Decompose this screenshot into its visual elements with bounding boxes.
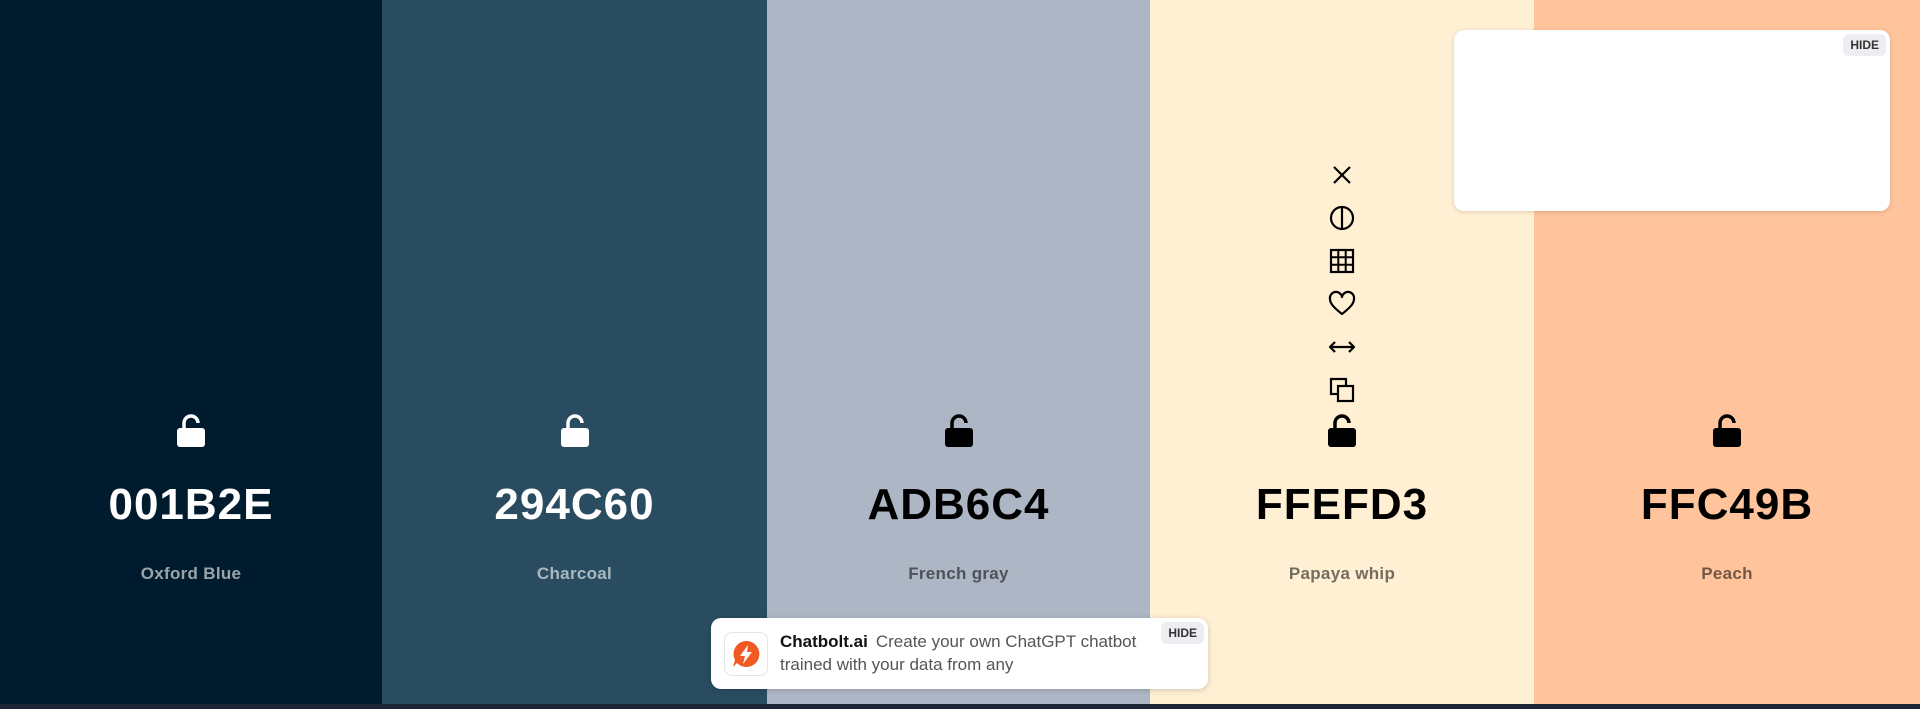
color-hex[interactable]: FFC49B bbox=[1534, 480, 1920, 530]
color-name[interactable]: Charcoal bbox=[382, 564, 767, 584]
ad-panel: HIDE bbox=[1454, 30, 1890, 211]
heart-icon[interactable] bbox=[1327, 289, 1357, 319]
lock-icon[interactable] bbox=[1713, 413, 1741, 447]
copy-icon[interactable] bbox=[1327, 375, 1357, 405]
lock-icon[interactable] bbox=[944, 413, 973, 447]
bottom-bar bbox=[0, 704, 1920, 709]
ad-banner-text: Chatbolt.ai Create your own ChatGPT chatb… bbox=[780, 630, 1150, 676]
drag-arrows-icon[interactable] bbox=[1327, 332, 1357, 362]
ad-banner[interactable]: Chatbolt.ai Create your own ChatGPT chatb… bbox=[711, 618, 1208, 689]
color-swatch-2[interactable]: 294C60 Charcoal bbox=[382, 0, 767, 704]
close-icon[interactable] bbox=[1327, 160, 1357, 190]
lightning-bubble-icon bbox=[733, 640, 760, 667]
ad-brand: Chatbolt.ai bbox=[780, 632, 868, 651]
color-swatch-1[interactable]: 001B2E Oxford Blue bbox=[0, 0, 382, 704]
color-name[interactable]: Papaya whip bbox=[1150, 564, 1534, 584]
lock-icon[interactable] bbox=[1328, 413, 1356, 447]
lock-open-icon[interactable] bbox=[560, 413, 589, 447]
ad-hide-button[interactable]: HIDE bbox=[1843, 34, 1886, 56]
color-hex[interactable]: 294C60 bbox=[382, 480, 767, 530]
contrast-icon[interactable] bbox=[1327, 203, 1357, 233]
lock-open-icon[interactable] bbox=[177, 413, 205, 447]
shades-grid-icon[interactable] bbox=[1327, 246, 1357, 276]
color-name[interactable]: Oxford Blue bbox=[0, 564, 382, 584]
color-hex[interactable]: 001B2E bbox=[0, 480, 382, 530]
color-hex[interactable]: FFEFD3 bbox=[1150, 480, 1534, 530]
color-hex[interactable]: ADB6C4 bbox=[767, 480, 1150, 530]
chatbolt-logo-icon bbox=[724, 632, 768, 676]
banner-hide-button[interactable]: HIDE bbox=[1161, 622, 1204, 644]
color-swatch-3[interactable]: ADB6C4 French gray bbox=[767, 0, 1150, 704]
color-name[interactable]: French gray bbox=[767, 564, 1150, 584]
swatch-toolbar bbox=[1325, 160, 1359, 418]
color-name[interactable]: Peach bbox=[1534, 564, 1920, 584]
